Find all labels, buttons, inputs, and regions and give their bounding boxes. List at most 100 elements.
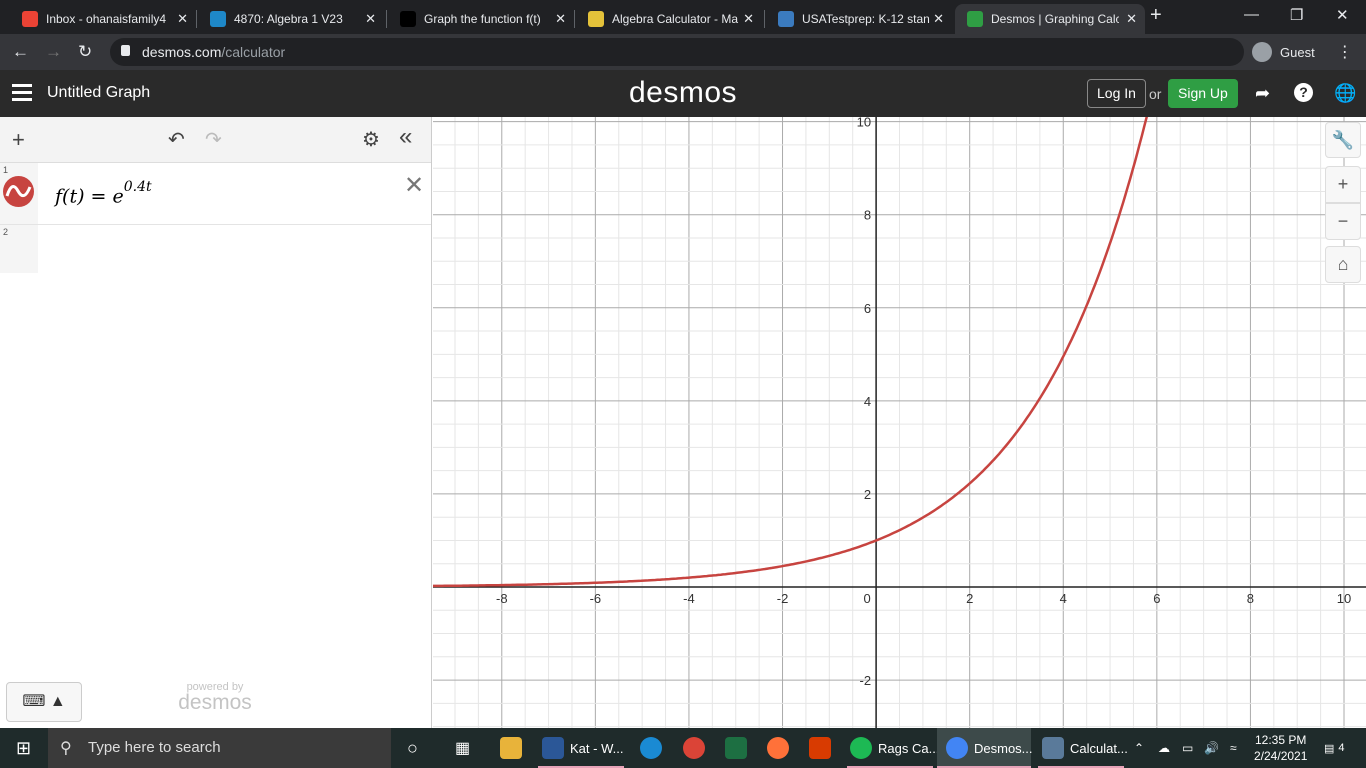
taskbar-search[interactable]: Type here to search [48,728,391,768]
graph-settings-wrench-icon[interactable]: 🔧 [1325,122,1361,158]
task-view-icon[interactable]: ▦ [455,728,470,768]
browser-tab[interactable]: 4870: Algebra 1 V23 ✕ [198,4,384,34]
profile-label: Guest [1280,44,1315,60]
onedrive-icon[interactable]: ☁ [1158,728,1170,768]
graph-color-icon[interactable] [3,176,34,207]
tray-overflow-icon[interactable]: ⌃ [1134,728,1144,768]
add-expression-icon[interactable]: + [12,127,25,153]
close-tab-icon[interactable]: ✕ [743,11,754,27]
edge-icon[interactable] [640,737,662,759]
firefox-icon[interactable] [767,737,789,759]
desmos-logo: desmos [629,76,738,109]
tab-title: 4870: Algebra 1 V23 [234,12,343,26]
delete-expression-icon[interactable]: ✕ [404,171,424,200]
new-tab-button[interactable]: + [1150,4,1162,27]
notification-center-icon[interactable]: ▤ 4 [1324,728,1345,768]
favicon-icon [400,11,416,27]
windows-taskbar: ⊞ Type here to search ⚲ ○ ▦ Kat - W... R… [0,728,1366,768]
hamburger-menu-icon[interactable] [12,84,32,105]
browser-tab[interactable]: Desmos | Graphing Calc ✕ [955,4,1145,34]
close-tab-icon[interactable]: ✕ [933,11,944,27]
settings-gear-icon[interactable]: ⚙ [362,127,380,152]
function-curve [433,117,1148,588]
favicon-icon [967,11,983,27]
tab-title: Graph the function f(t) [424,12,541,26]
collapse-panel-icon[interactable]: « [399,123,412,151]
close-window-button[interactable]: ✕ [1336,6,1349,24]
expression-panel: + ↶ ↷ ⚙ « 1 f(t) = e0.4t ✕ 2 [0,117,432,728]
cortana-icon[interactable]: ○ [407,728,418,768]
browser-tab[interactable]: Inbox - ohanaisfamily4 ✕ [10,4,196,34]
forward-icon[interactable]: → [45,42,62,62]
expression-index: 2 [3,227,9,237]
x-tick-label: -2 [777,591,789,606]
menu-icon[interactable]: ⋮ [1337,42,1353,62]
browser-tab[interactable]: USATestprep: K-12 stan ✕ [766,4,952,34]
url-host: desmos.com [142,44,222,60]
expression-row-empty[interactable]: 2 [0,225,431,273]
expression-row[interactable]: 1 f(t) = e0.4t ✕ [0,163,431,225]
graph-canvas[interactable]: -8 -6 -4 -2 0 2 4 6 8 10 10 8 6 4 2 -2 [433,117,1366,728]
wifi-icon[interactable]: ≈ [1230,728,1237,768]
windows-start-icon[interactable]: ⊞ [16,728,31,768]
battery-icon[interactable]: ▭ [1182,728,1193,768]
tab-title: USATestprep: K-12 stan [802,12,930,26]
taskbar-app-spotify[interactable]: Rags Ca... [850,728,939,768]
close-tab-icon[interactable]: ✕ [1126,11,1137,27]
close-tab-icon[interactable]: ✕ [177,11,188,27]
tab-bar: Inbox - ohanaisfamily4 ✕ 4870: Algebra 1 V… [0,0,1366,34]
taskbar-app-chrome-desmos[interactable]: Desmos... [946,728,1033,768]
clock[interactable]: 12:35 PM 2/24/2021 [1254,732,1307,764]
volume-icon[interactable]: 🔊 [1204,728,1219,768]
expression-input[interactable]: f(t) = e0.4t [55,179,152,207]
avatar [1252,42,1272,62]
powered-by: powered by desmos [178,681,252,714]
restore-button[interactable]: ❐ [1290,6,1303,24]
x-tick-label: -8 [496,591,508,606]
expression-toolbar: + ↶ ↷ ⚙ « [0,117,431,163]
signup-button[interactable]: Sign Up [1168,79,1238,108]
y-tick-label: -2 [860,673,872,688]
x-tick-label: 4 [1060,591,1067,606]
or-label: or [1149,86,1162,102]
back-icon[interactable]: ← [12,42,29,62]
x-tick-label: 6 [1153,591,1160,606]
file-explorer-icon[interactable] [500,737,522,759]
x-tick-label: -6 [590,591,602,606]
zoom-out-button[interactable]: − [1325,203,1361,240]
chrome-icon[interactable] [683,737,705,759]
share-icon[interactable]: ➦ [1255,83,1270,104]
login-button[interactable]: Log In [1087,79,1146,108]
y-tick-label: 10 [857,117,871,130]
url-input[interactable]: desmos.com/calculator [110,38,1244,66]
office-icon[interactable] [809,737,831,759]
x-tick-label: 8 [1247,591,1254,606]
profile-button[interactable]: Guest ⋮ [1252,38,1353,66]
y-tick-label: 2 [864,487,871,502]
graph-title[interactable]: Untitled Graph [47,84,150,102]
zoom-in-button[interactable]: + [1325,166,1361,203]
favicon-icon [778,11,794,27]
keypad-toggle-button[interactable]: ⌨ ▲ [6,682,82,722]
close-tab-icon[interactable]: ✕ [365,11,376,27]
favicon-icon [588,11,604,27]
expression-index: 1 [3,165,9,175]
taskbar-app-word[interactable]: Kat - W... [542,728,623,768]
y-tick-label: 6 [864,301,871,316]
taskbar-app-calculator[interactable]: Calculat... [1042,728,1128,768]
browser-tab[interactable]: Algebra Calculator - Ma ✕ [576,4,762,34]
close-tab-icon[interactable]: ✕ [555,11,566,27]
y-tick-label: 8 [864,208,871,223]
excel-icon[interactable] [725,737,747,759]
redo-icon[interactable]: ↷ [205,127,222,152]
minimize-button[interactable]: — [1244,6,1259,23]
x-tick-label: -4 [683,591,695,606]
url-path: /calculator [221,44,286,60]
globe-icon[interactable]: 🌐 [1334,83,1356,104]
home-view-button[interactable]: ⌂ [1325,246,1361,283]
help-icon[interactable]: ? [1294,83,1313,102]
browser-tab[interactable]: Graph the function f(t) ✕ [388,4,574,34]
reload-icon[interactable]: ↻ [78,42,92,62]
favicon-icon [22,11,38,27]
undo-icon[interactable]: ↶ [168,127,185,152]
